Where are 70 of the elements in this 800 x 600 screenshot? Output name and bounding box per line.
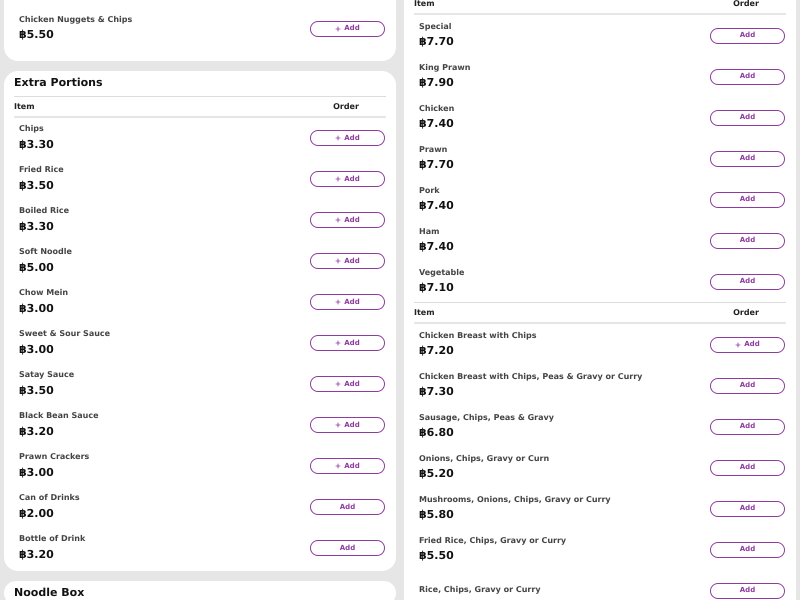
- item-name: Fried Rice: [19, 166, 64, 175]
- item-price: ฿3.00: [19, 344, 55, 356]
- plus-icon: [335, 217, 342, 223]
- item-name: Sweet & Sour Sauce: [19, 330, 110, 339]
- plus-icon: [335, 463, 342, 469]
- item-price: ฿7.40: [419, 200, 454, 212]
- column-header: Order: [732, 0, 760, 10]
- item-price: ฿5.50: [419, 550, 455, 562]
- plus-icon: [335, 299, 342, 305]
- section-title: Noodle Box: [14, 584, 86, 600]
- item-price: ฿6.80: [419, 427, 455, 440]
- item-name: Chow Mein: [19, 289, 68, 298]
- column-header: Order: [732, 307, 760, 319]
- item-price: ฿5.80: [419, 509, 455, 522]
- item-price: ฿7.20: [419, 345, 455, 358]
- plus-icon: [335, 340, 342, 346]
- item-price: ฿7.40: [419, 241, 454, 254]
- item-name: Soft Noodle: [19, 248, 72, 257]
- item-price: ฿5.50: [19, 29, 55, 42]
- item-name: Ham: [419, 228, 440, 236]
- item-name: Onions, Chips, Gravy or Curn: [419, 454, 550, 464]
- item-name: Prawn Crackers: [19, 453, 90, 462]
- plus-icon: [335, 135, 342, 141]
- column-header: Item: [414, 307, 435, 319]
- item-name: Black Bean Sauce: [19, 412, 99, 421]
- item-price: ฿7.70: [419, 159, 454, 172]
- item-price: ฿2.00: [19, 508, 55, 520]
- column-header: Item: [14, 100, 35, 112]
- item-name: King Prawn: [419, 64, 470, 72]
- item-name: Rice, Chips, Gravy or Curry: [419, 586, 541, 595]
- item-price: ฿7.90: [419, 77, 455, 90]
- item-price: ฿3.30: [19, 220, 55, 233]
- item-price: ฿7.40: [419, 118, 454, 130]
- item-price: ฿3.20: [19, 426, 55, 438]
- plus-icon: [335, 381, 342, 387]
- item-name: Vegetable: [419, 268, 464, 278]
- item-name: Fried Rice, Chips, Gravy or Curry: [419, 536, 566, 546]
- plus-icon: [335, 422, 342, 428]
- item-price: ฿3.50: [19, 180, 55, 192]
- item-name: Boiled Rice: [19, 207, 70, 216]
- item-name: Special: [419, 22, 453, 32]
- item-name: Can of Drinks: [19, 494, 80, 503]
- plus-icon: [335, 26, 342, 32]
- item-price: ฿3.30: [19, 138, 54, 151]
- item-price: ฿5.00: [19, 262, 55, 274]
- item-price: ฿3.00: [19, 466, 55, 479]
- item-price: ฿3.20: [19, 548, 55, 561]
- section-title: Extra Portions: [14, 71, 386, 96]
- item-name: Chicken: [419, 104, 454, 114]
- item-name: Pork: [419, 186, 441, 196]
- plus-icon: [335, 176, 342, 182]
- item-price: ฿7.10: [419, 282, 455, 294]
- item-name: Sausage, Chips, Peas & Gravy: [419, 414, 554, 422]
- item-name: Chips: [19, 125, 45, 134]
- item-price: ฿7.70: [419, 36, 454, 48]
- item-price: ฿7.30: [419, 386, 455, 398]
- plus-icon: [335, 258, 342, 264]
- item-price: ฿5.20: [419, 468, 455, 480]
- item-price: ฿3.50: [19, 384, 55, 397]
- plus-icon: [735, 342, 742, 348]
- column-header: Order: [332, 100, 360, 112]
- item-name: Mushrooms, Onions, Chips, Gravy or Curry: [419, 496, 611, 504]
- item-name: Satay Sauce: [19, 371, 74, 380]
- column-header: Item: [414, 0, 435, 10]
- item-name: Bottle of Drink: [19, 535, 86, 544]
- item-name: Chicken Breast with Chips: [419, 332, 537, 340]
- item-name: Prawn: [419, 146, 448, 154]
- item-price: ฿3.00: [19, 302, 55, 315]
- item-name: Chicken Breast with Chips, Peas & Gravy or Curry: [419, 372, 642, 382]
- item-name: Chicken Nuggets & Chips: [19, 16, 132, 24]
